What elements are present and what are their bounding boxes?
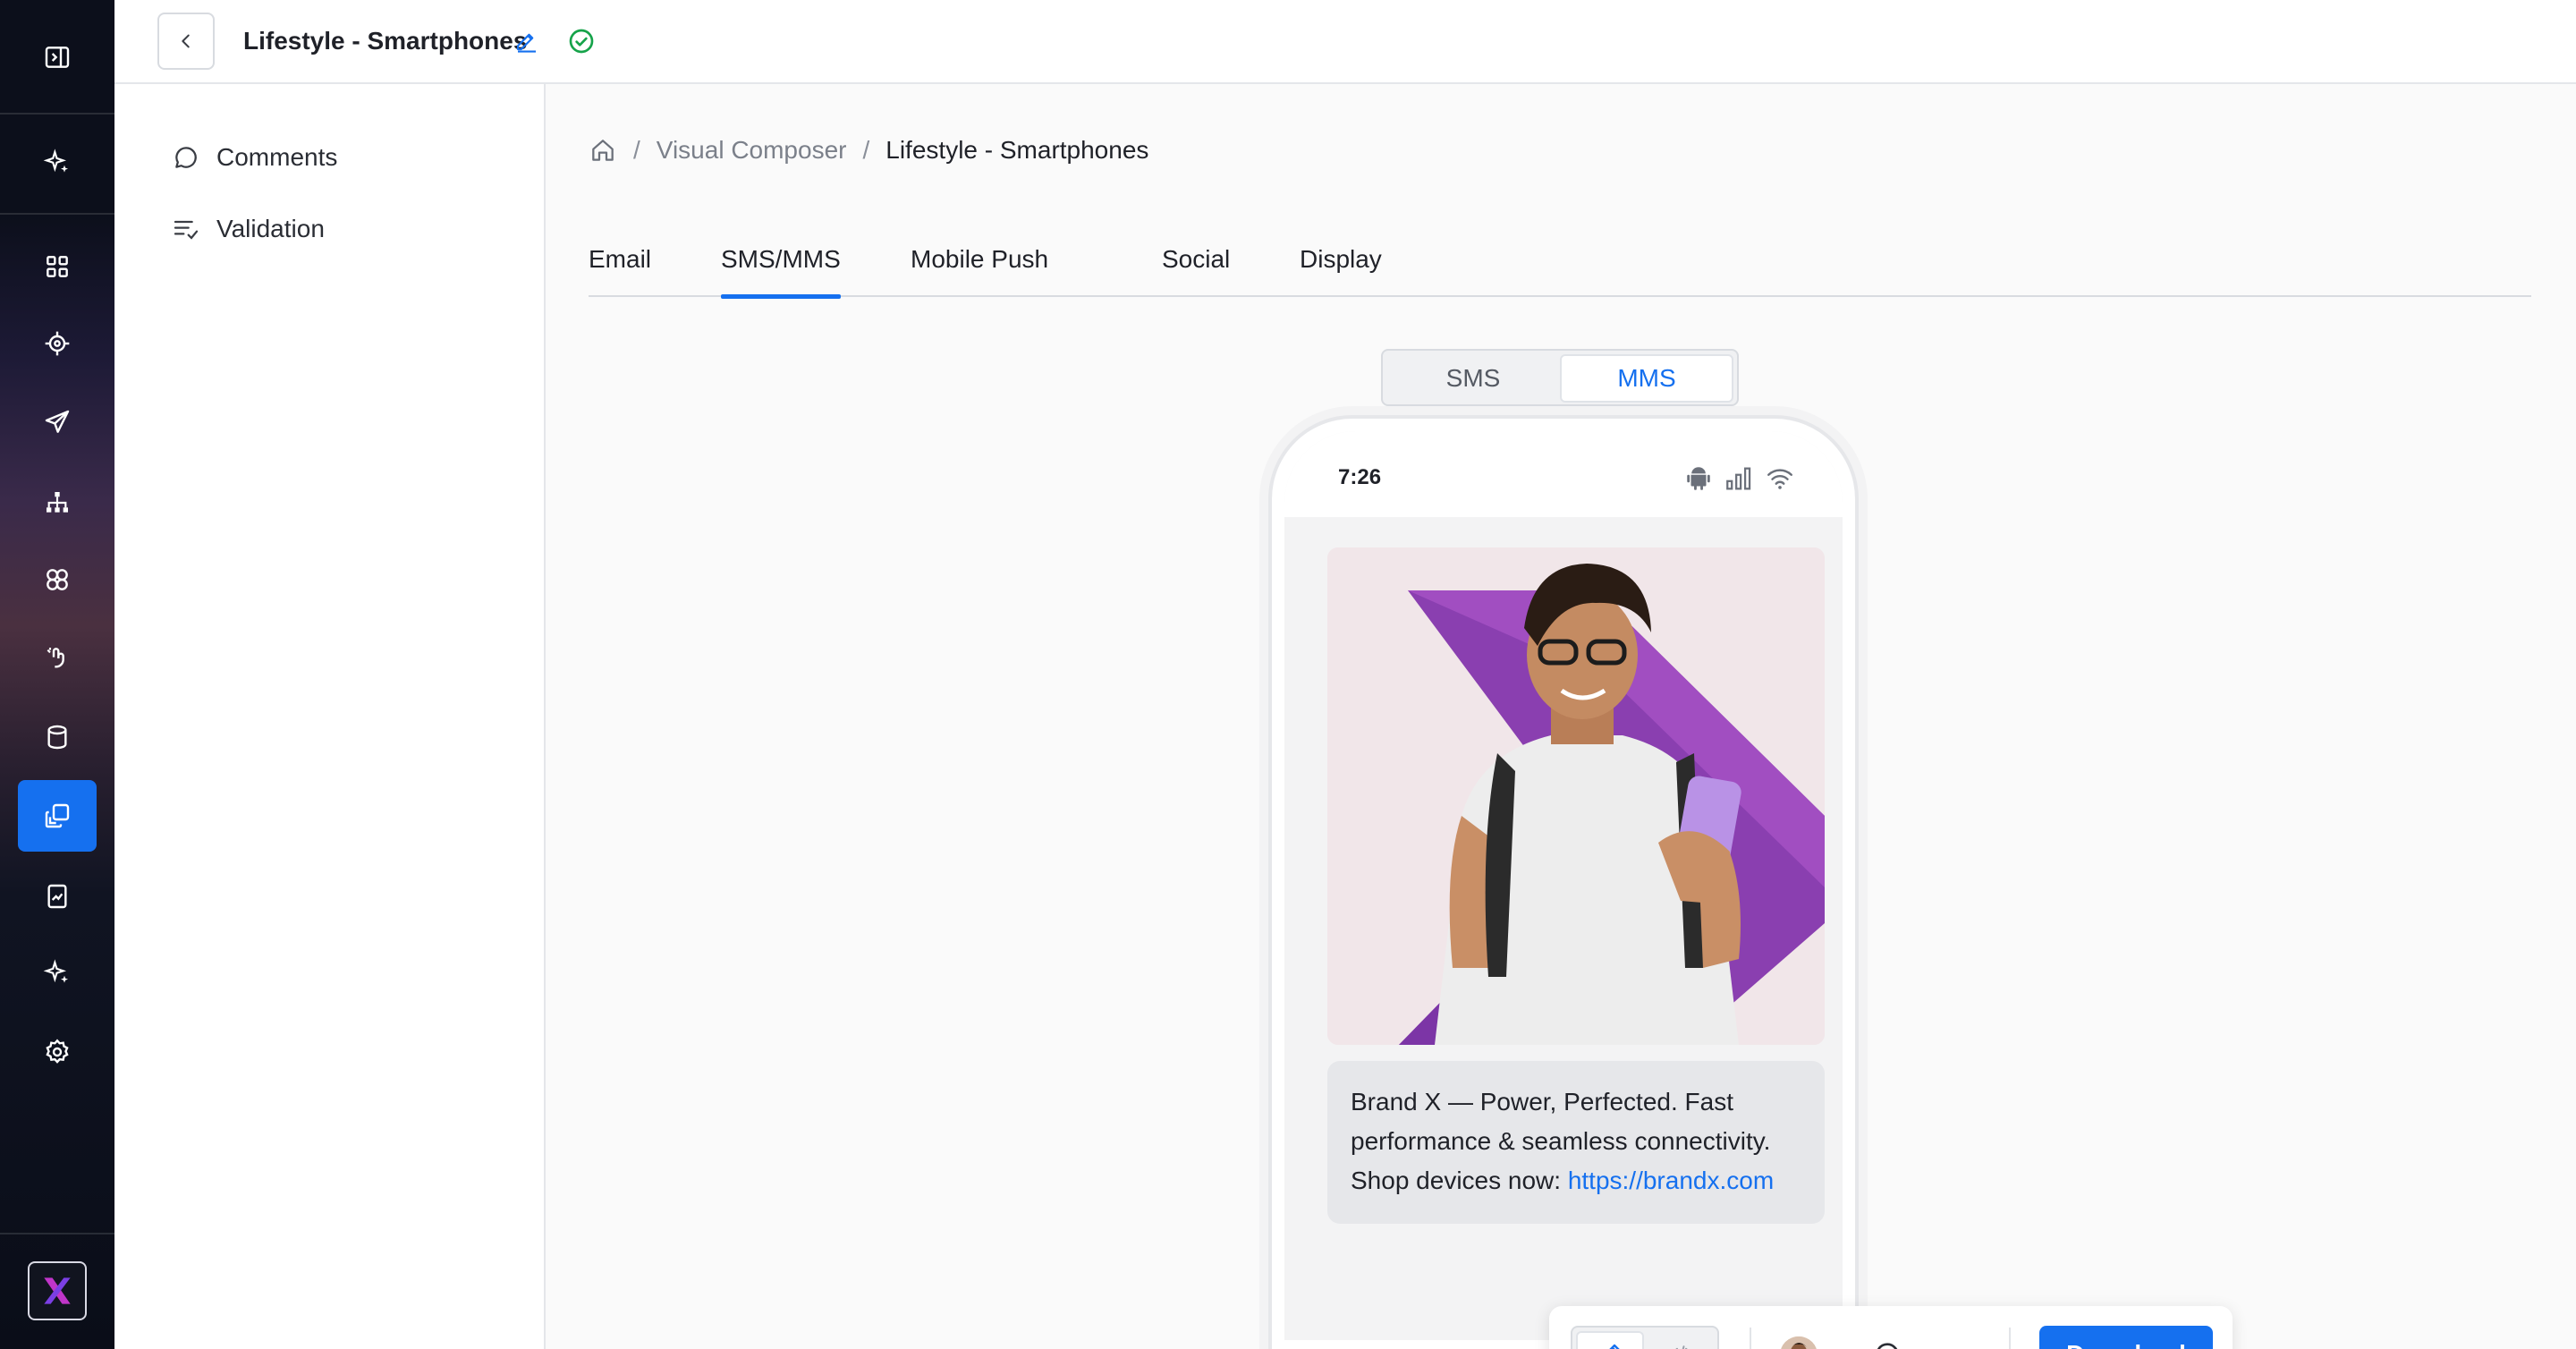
nav-settings[interactable] <box>18 1016 97 1088</box>
panel-toggle-icon <box>45 47 70 68</box>
nav-data[interactable] <box>18 701 97 773</box>
tab-social[interactable]: Social <box>1162 242 1230 297</box>
nav-journeys[interactable] <box>18 467 97 539</box>
top-bar: Lifestyle - Smartphones <box>114 0 2576 84</box>
mms-option[interactable]: MMS <box>1560 354 1733 403</box>
download-button[interactable]: Download <box>2039 1326 2213 1349</box>
message-link[interactable]: https://brandx.com <box>1568 1167 1774 1194</box>
more-options-button[interactable] <box>1937 1333 1980 1349</box>
more-horizontal-icon <box>1944 1339 1974 1349</box>
android-icon <box>1687 467 1710 490</box>
tab-mobile-push[interactable]: Mobile Push <box>911 242 1048 297</box>
signal-icon <box>1726 467 1751 490</box>
floating-toolbar: Download <box>1549 1306 2233 1349</box>
user-avatar-icon <box>1780 1336 1818 1349</box>
tab-display[interactable]: Display <box>1300 242 1382 297</box>
panel-item-comments[interactable]: Comments <box>172 140 337 175</box>
phone-preview: 7:26 Brand X — Power, Perfected. Fast pe… <box>1268 415 1859 1349</box>
target-icon <box>45 331 70 356</box>
breadcrumb-separator: / <box>862 136 870 164</box>
nav-reports[interactable] <box>18 861 97 932</box>
code-edit-button[interactable] <box>1648 1331 1716 1349</box>
message-type-toggle: SMS MMS <box>1381 349 1739 406</box>
panel-item-validation[interactable]: Validation <box>172 211 325 247</box>
database-icon <box>47 725 67 750</box>
breadcrumb-current: Lifestyle - Smartphones <box>886 136 1149 164</box>
home-icon <box>592 140 614 161</box>
message-bubble: Brand X — Power, Perfected. Fast perform… <box>1327 1061 1825 1224</box>
mms-image[interactable] <box>1327 547 1825 1045</box>
comment-icon <box>1877 1343 1898 1349</box>
channel-tabs: Email SMS/MMS Mobile Push Social Display <box>589 242 2531 299</box>
breadcrumb: / Visual Composer / Lifestyle - Smartpho… <box>589 132 1148 168</box>
nav-ai-studio[interactable] <box>18 938 97 1009</box>
breadcrumb-separator: / <box>633 136 640 164</box>
edit-title-button[interactable] <box>513 27 540 54</box>
back-button[interactable] <box>157 13 215 70</box>
chevron-left-icon <box>182 34 190 48</box>
gear-icon <box>46 1039 69 1064</box>
nav-dashboard[interactable] <box>18 231 97 302</box>
breadcrumb-visual-composer[interactable]: Visual Composer <box>657 136 847 165</box>
phone-screen: 7:26 Brand X — Power, Perfected. Fast pe… <box>1284 431 1843 1340</box>
comment-button[interactable] <box>1866 1333 1909 1349</box>
nav-targeting[interactable] <box>18 308 97 379</box>
side-panel: Comments Validation <box>114 84 546 1349</box>
nav-triggers[interactable] <box>18 623 97 694</box>
collapse-panel-button[interactable] <box>18 21 97 93</box>
tap-icon <box>47 648 64 668</box>
hierarchy-icon <box>47 492 68 513</box>
code-icon <box>1675 1345 1688 1349</box>
sparkle-icon <box>43 148 68 173</box>
home-link[interactable] <box>589 136 617 165</box>
ai-assistant-button[interactable] <box>18 127 97 199</box>
tab-sms-mms[interactable]: SMS/MMS <box>721 242 841 299</box>
pencil-icon <box>516 33 536 53</box>
main-content: / Visual Composer / Lifestyle - Smartpho… <box>546 84 2576 1349</box>
app-navigation-rail <box>0 0 114 1349</box>
sms-option[interactable]: SMS <box>1386 354 1560 403</box>
grid-icon <box>47 256 68 277</box>
comment-icon <box>175 147 197 168</box>
check-circle-icon <box>569 29 594 54</box>
phone-clock: 7:26 <box>1338 465 1382 489</box>
visual-edit-button[interactable] <box>1576 1331 1644 1349</box>
brand-x-logo-icon <box>44 1277 71 1304</box>
nav-segments[interactable] <box>18 544 97 615</box>
wifi-icon <box>1767 469 1792 489</box>
panel-item-label: Comments <box>216 143 338 171</box>
tab-email[interactable]: Email <box>589 242 651 297</box>
promo-photo <box>1327 547 1825 1045</box>
nav-content[interactable] <box>18 780 97 852</box>
document-title: Lifestyle - Smartphones <box>243 27 528 55</box>
send-icon <box>45 410 70 433</box>
content-copy-icon <box>45 803 70 828</box>
segments-icon <box>47 569 68 590</box>
brand-logo[interactable] <box>28 1261 87 1320</box>
panel-item-label: Validation <box>216 215 325 242</box>
saved-status-icon <box>567 27 596 55</box>
phone-status-bar: 7:26 <box>1284 431 1843 517</box>
nav-campaigns[interactable] <box>18 386 97 458</box>
report-icon <box>47 884 67 909</box>
pencil-icon <box>1609 1344 1620 1349</box>
editor-mode-toggle <box>1571 1326 1719 1349</box>
avatar[interactable] <box>1780 1336 1818 1349</box>
checklist-icon <box>174 220 199 240</box>
sparkle-icon <box>43 959 68 983</box>
